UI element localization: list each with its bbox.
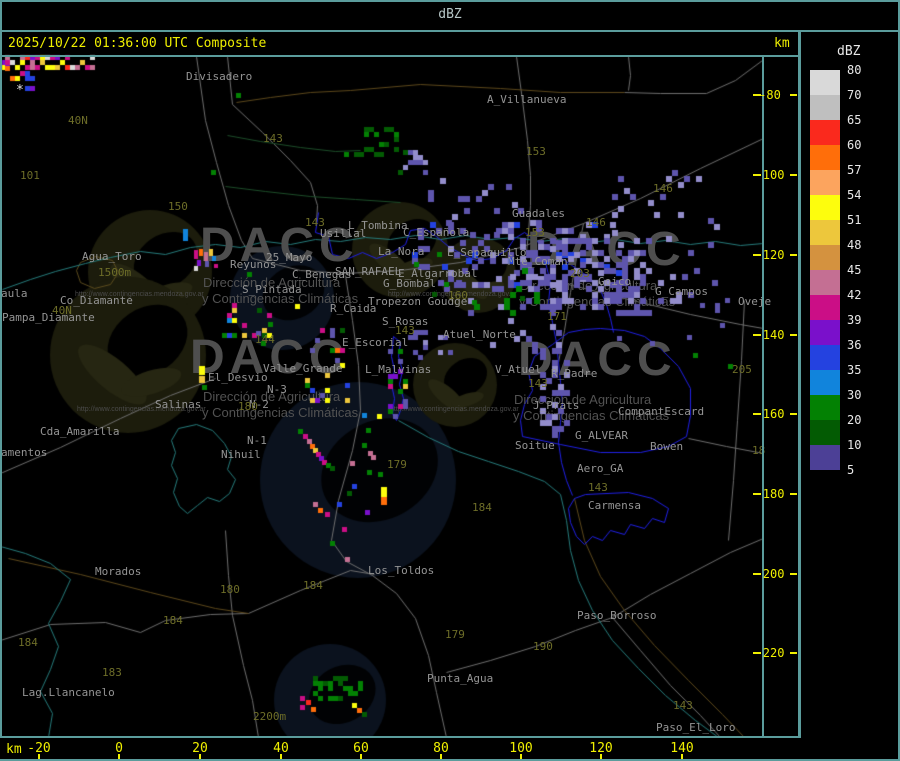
legend-swatch xyxy=(810,370,840,395)
bottom-axis-tick xyxy=(520,754,522,759)
outer-border-top xyxy=(0,0,900,2)
bottom-axis-unit-label: km xyxy=(6,742,22,757)
legend-boundary-label: 20 xyxy=(847,413,862,427)
legend-swatch xyxy=(810,395,840,420)
legend-swatch xyxy=(810,245,840,270)
legend-swatch xyxy=(810,95,840,120)
legend-boundary-label: 36 xyxy=(847,338,862,352)
legend-boundary-label: 48 xyxy=(847,238,862,252)
legend-swatch xyxy=(810,270,840,295)
bottom-axis-tick xyxy=(360,754,362,759)
legend-swatch xyxy=(810,145,840,170)
legend-boundary-label: 45 xyxy=(847,263,862,277)
timestamp-label: 2025/10/22 01:36:00 UTC Composite xyxy=(8,36,267,51)
legend-boundary-label: 5 xyxy=(847,463,855,477)
legend-swatch xyxy=(810,295,840,320)
bottom-axis-tick xyxy=(440,754,442,759)
reflectivity-legend: dBZ 80 70 65 60 57 54 51 48 45 42 39 36 35 30 20 10 5 xyxy=(801,32,898,758)
legend-boundary-label: 54 xyxy=(847,188,862,202)
legend-boundary-label: 10 xyxy=(847,438,862,452)
map-border-top xyxy=(0,55,800,57)
legend-swatch xyxy=(810,420,840,445)
legend-swatch xyxy=(810,345,840,370)
legend-boundary-label: 39 xyxy=(847,313,862,327)
legend-boundary-label: 57 xyxy=(847,163,862,177)
bottom-axis-tick xyxy=(38,754,40,759)
right-axis-unit-label: km xyxy=(774,36,790,51)
legend-swatch xyxy=(810,445,840,470)
legend-boundary-label: 60 xyxy=(847,138,862,152)
radar-echo-canvas xyxy=(0,0,900,761)
bottom-axis-tick xyxy=(118,754,120,759)
legend-swatch xyxy=(810,70,840,95)
legend-boundary-label: 80 xyxy=(847,63,862,77)
legend-swatch xyxy=(810,195,840,220)
bottom-axis-tick xyxy=(600,754,602,759)
legend-boundary-label: 65 xyxy=(847,113,862,127)
legend-swatch xyxy=(810,120,840,145)
legend-boundary-label: 30 xyxy=(847,388,862,402)
outer-border-left xyxy=(0,0,2,761)
legend-boundary-label: 70 xyxy=(847,88,862,102)
bottom-axis-tick xyxy=(199,754,201,759)
legend-swatch xyxy=(810,170,840,195)
bottom-axis-tick xyxy=(280,754,282,759)
legend-boundary-label: 42 xyxy=(847,288,862,302)
legend-swatch xyxy=(810,320,840,345)
legend-boundary-label: 35 xyxy=(847,363,862,377)
divider-line xyxy=(0,30,900,32)
legend-boundary-label: 51 xyxy=(847,213,862,227)
legend-swatch xyxy=(810,220,840,245)
radar-viewer-window: DACCDACCDACCDACCDirección de Agricultura… xyxy=(0,0,900,761)
bottom-axis-tick xyxy=(681,754,683,759)
map-border-right xyxy=(762,55,764,738)
bottom-axis: km -20 0 20 40 60 80 100 120 140 xyxy=(0,738,898,759)
legend-title: dBZ xyxy=(837,44,861,59)
window-title: dBZ xyxy=(438,7,462,22)
